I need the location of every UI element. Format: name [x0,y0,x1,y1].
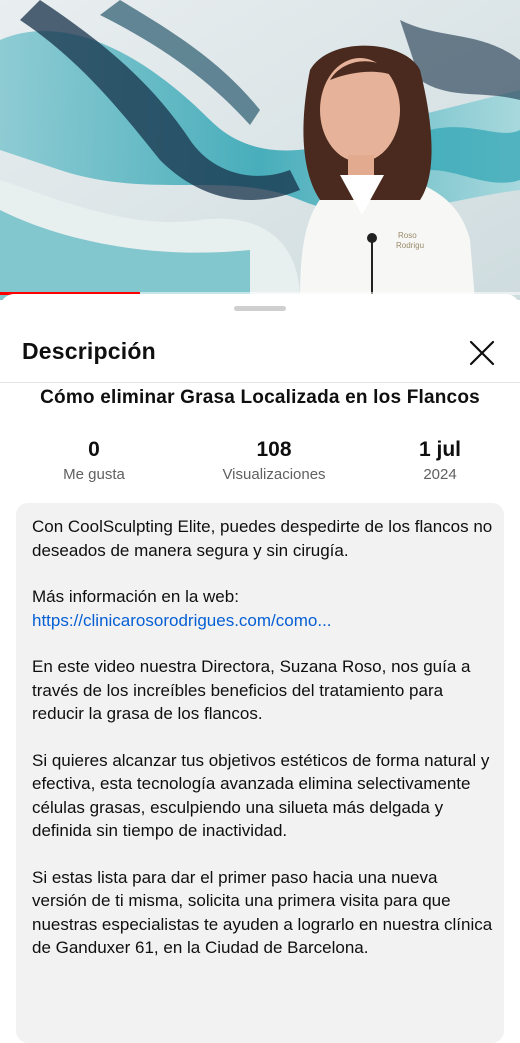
description-paragraph: Más información en la web: https://clini… [32,585,494,632]
close-icon [469,340,495,366]
svg-text:Rodrigu: Rodrigu [396,241,424,250]
description-paragraph: Si quieres alcanzar tus objetivos estéti… [32,750,490,841]
description-paragraph: Si estas lista para dar el primer paso h… [32,867,493,958]
sheet-header: Descripción [0,324,520,383]
website-link[interactable]: https://clinicarosorodrigues.com/como... [32,611,332,630]
views-label: Visualizaciones [222,466,326,483]
drag-handle[interactable] [234,306,286,311]
description-box: Con CoolSculpting Elite, puedes despedir… [16,503,504,1043]
svg-text:Roso: Roso [398,231,417,240]
likes-stat: 0 Me gusta [44,438,144,483]
date-stat: 1 jul 2024 [400,438,480,483]
description-paragraph: En este video nuestra Directora, Suzana … [32,657,471,723]
video-player[interactable]: Roso Rodrigu [0,0,520,300]
close-button[interactable] [466,337,498,369]
sheet-title: Descripción [22,338,156,364]
more-info-text: Más información en la web: [32,587,239,606]
publish-date: 1 jul [418,438,461,461]
video-stats: 0 Me gusta 108 Visualizaciones 1 jul 202… [0,438,520,488]
views-stat: 108 Visualizaciones [200,438,348,483]
video-frame: Roso Rodrigu [0,0,520,300]
video-title: Cómo eliminar Grasa Localizada en los Fl… [40,387,480,408]
description-paragraph: Con CoolSculpting Elite, puedes despedir… [32,517,493,560]
likes-label: Me gusta [63,466,125,483]
publish-year: 2024 [423,466,457,483]
views-count: 108 [256,438,292,461]
description-sheet: Descripción Cómo eliminar Grasa Localiza… [0,294,520,1043]
likes-count: 0 [88,438,100,461]
